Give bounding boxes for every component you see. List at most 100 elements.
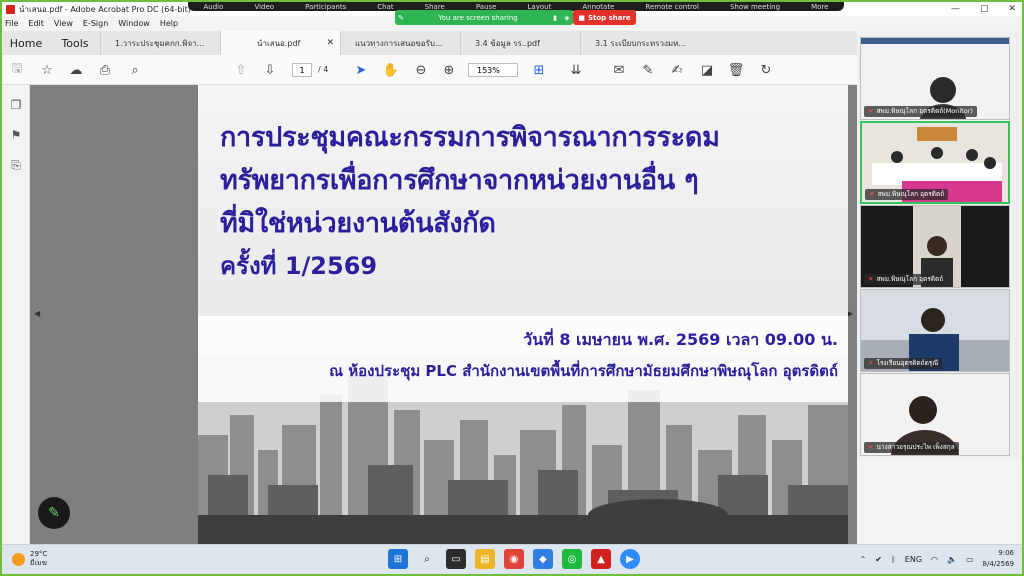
document-tab-1[interactable]: 1.วาระประชุมคกก.พิจา... (100, 31, 220, 55)
participant-video-5[interactable]: ✕ นางสาวอรุณประไพ เพ็งสกุล (860, 373, 1010, 456)
rotate-icon[interactable]: ↻ (757, 61, 775, 79)
zoom-control-remote[interactable]: Remote control (645, 3, 699, 11)
scroll-mode-icon[interactable]: ⇊ (567, 61, 585, 79)
stamp-icon[interactable]: ◪ (698, 61, 716, 79)
input-language[interactable]: ENG (905, 555, 922, 564)
collapse-left-panel-icon[interactable]: ◀ (34, 309, 40, 318)
document-tab-5[interactable]: 3.1 ระเบียบกระทรวงมห... (580, 31, 700, 55)
security-icon[interactable]: ✔ (875, 555, 882, 564)
zoom-out-icon[interactable]: ⊖ (412, 61, 430, 79)
participant-video-2[interactable]: ✕ สพม.พิษณุโลก อุตรดิตถ์ (860, 121, 1010, 204)
participant-video-1[interactable]: ✕ สพม.พิษณุโลก อุตรดิตถ์(Monitor) (860, 37, 1010, 120)
close-window-button[interactable]: ✕ (1008, 4, 1016, 14)
sign-icon[interactable]: ✍ (668, 61, 686, 79)
zoom-control-chat[interactable]: Chat (377, 3, 393, 11)
document-tab-label: 3.1 ระเบียบกระทรวงมห... (595, 38, 687, 48)
menu-edit[interactable]: Edit (28, 19, 44, 28)
delete-icon[interactable]: 🗑 (727, 61, 745, 79)
save-icon[interactable]: 🖫 (8, 61, 26, 79)
maximize-button[interactable]: ▢ (980, 4, 989, 14)
tab-tools[interactable]: Tools (50, 31, 100, 55)
bluetooth-icon[interactable]: ᛒ (891, 555, 896, 564)
minimize-button[interactable]: — (951, 4, 960, 14)
find-icon[interactable]: ⌕ (126, 61, 144, 79)
select-cursor-icon[interactable]: ➤ (352, 61, 370, 79)
menu-view[interactable]: View (54, 19, 73, 28)
menu-esign[interactable]: E-Sign (83, 19, 108, 28)
battery-icon[interactable]: ▭ (966, 555, 974, 564)
document-viewport[interactable]: ◀ ▶ ✎ การประชุมคณะกรรมการพิจารณาการระดม … (30, 85, 857, 544)
print-icon[interactable]: ⎙ (96, 61, 114, 79)
search-icon[interactable]: ⌕ (417, 549, 437, 569)
slide-title-line-2: ทรัพยากรเพื่อการศึกษาจากหน่วยงานอื่น ๆ (220, 165, 699, 196)
participant-name-label: ✕ สพม.พิษณุโลก อุตรดิตถ์(Monitor) (864, 106, 977, 117)
participant-name-label: ✕ สพม.พิษณุโลก อุตรดิตถ์ (865, 189, 949, 200)
document-tab-3[interactable]: แนวทางการเสนอขอรับ... (340, 31, 460, 55)
task-view-icon[interactable]: ▭ (446, 549, 466, 569)
taskbar-apps: ⊞ ⌕ ▭ ▤ ◉ ◆ ◎ ▲ ▶ (388, 549, 640, 569)
comment-icon[interactable]: ✉ (610, 61, 628, 79)
zoom-control-show-meeting[interactable]: Show meeting (730, 3, 780, 11)
participant-video-3[interactable]: ✕ สพม.พิษณุโลก อุตรดิตถ์ (860, 205, 1010, 288)
zoom-control-video[interactable]: Video (254, 3, 274, 11)
windows-start-icon[interactable]: ⊞ (388, 549, 408, 569)
window-controls: — ▢ ✕ (951, 2, 1016, 16)
zoom-participant-panel: ✕ สพม.พิษณุโลก อุตรดิตถ์(Monitor) ✕ สพม.พิ… (857, 31, 1022, 461)
windows-taskbar: 29°C มีเมฆ ⊞ ⌕ ▭ ▤ ◉ ◆ ◎ ▲ ▶ ⌃ ✔ ᛒ ENG ◠… (2, 544, 1022, 574)
edit-pencil-button[interactable]: ✎ (38, 497, 70, 529)
close-tab-icon[interactable]: ✕ (326, 38, 334, 48)
zoom-control-participants[interactable]: Participants (305, 3, 346, 11)
system-tray: ⌃ ✔ ᛒ ENG ◠ 🔈 ▭ 9:06 8/4/2569 (860, 548, 1014, 570)
chrome-icon[interactable]: ◉ (504, 549, 524, 569)
menu-window[interactable]: Window (118, 19, 150, 28)
highlight-pen-icon[interactable]: ✎ (639, 61, 657, 79)
slide-session-number: ครั้งที่ 1/2569 (220, 252, 378, 280)
document-tab-label: 3.4 ข้อมูล รร..pdf (475, 38, 540, 48)
wifi-icon[interactable]: ◠ (931, 555, 938, 564)
line-app-icon[interactable]: ◎ (562, 549, 582, 569)
document-tab-2[interactable]: นำเสนอ.pdf ✕ (220, 31, 340, 55)
participant-name-label: ✕ โรงเรียนอุตรดิตถ์ดรุณี (864, 358, 943, 369)
slide-title-line-1: การประชุมคณะกรรมการพิจารณาการระดม (220, 122, 720, 153)
store-icon[interactable]: ◆ (533, 549, 553, 569)
bookmark-star-icon[interactable]: ☆ (38, 61, 56, 79)
show-hidden-icons-icon[interactable]: ⌃ (860, 555, 867, 564)
zoom-in-icon[interactable]: ⊕ (440, 61, 458, 79)
menu-file[interactable]: File (5, 19, 18, 28)
document-tab-label: 1.วาระประชุมคกก.พิจา... (115, 38, 205, 48)
file-explorer-icon[interactable]: ▤ (475, 549, 495, 569)
previous-page-icon[interactable]: ⇧ (232, 61, 250, 79)
menu-help[interactable]: Help (160, 19, 178, 28)
attachments-icon[interactable]: ⎘ (8, 157, 24, 173)
next-page-icon[interactable]: ⇩ (261, 61, 279, 79)
meeting-date: วันที่ 8 เมษายน พ.ศ. 2569 เวลา 09.00 น. (523, 330, 838, 349)
zoom-control-audio[interactable]: Audio (204, 3, 224, 11)
sun-weather-icon (12, 552, 25, 566)
upload-cloud-icon[interactable]: ☁ (67, 61, 85, 79)
weather-widget[interactable]: 29°C มีเมฆ (12, 550, 47, 568)
temperature: 29°C (30, 550, 48, 558)
clock-time: 9:06 (998, 549, 1014, 557)
navigation-rail: ❐ ⚑ ⎘ (2, 85, 30, 544)
document-tab-4[interactable]: 3.4 ข้อมูล รร..pdf (460, 31, 580, 55)
mic-icon: ✕ (869, 190, 875, 198)
page-number-input[interactable]: 1 (292, 63, 312, 77)
acrobat-app-icon (6, 4, 15, 14)
page-thumbnails-icon[interactable]: ❐ (8, 97, 24, 113)
tab-home[interactable]: Home (2, 31, 50, 55)
bookmarks-icon[interactable]: ⚑ (8, 127, 24, 143)
clock[interactable]: 9:06 8/4/2569 (983, 548, 1014, 570)
muted-mic-icon: ✕ (868, 275, 874, 283)
volume-icon[interactable]: 🔈 (947, 555, 957, 564)
acrobat-taskbar-icon[interactable]: ▲ (591, 549, 611, 569)
page-fit-icon[interactable]: ⊞ (530, 61, 548, 79)
meeting-venue: ณ ห้องประชุม PLC สำนักงานเขตพื้นที่การศึ… (329, 362, 838, 380)
zoom-level-select[interactable]: 153% (468, 63, 518, 77)
pdf-page: การประชุมคณะกรรมการพิจารณาการระดม ทรัพยา… (198, 85, 848, 544)
participant-video-4[interactable]: ✕ โรงเรียนอุตรดิตถ์ดรุณี (860, 289, 1010, 372)
zoom-taskbar-icon[interactable]: ▶ (620, 549, 640, 569)
zoom-control-more[interactable]: More (811, 3, 828, 11)
clock-date: 8/4/2569 (982, 560, 1014, 568)
muted-mic-icon: ✕ (868, 359, 874, 367)
hand-tool-icon[interactable]: ✋ (382, 61, 400, 79)
